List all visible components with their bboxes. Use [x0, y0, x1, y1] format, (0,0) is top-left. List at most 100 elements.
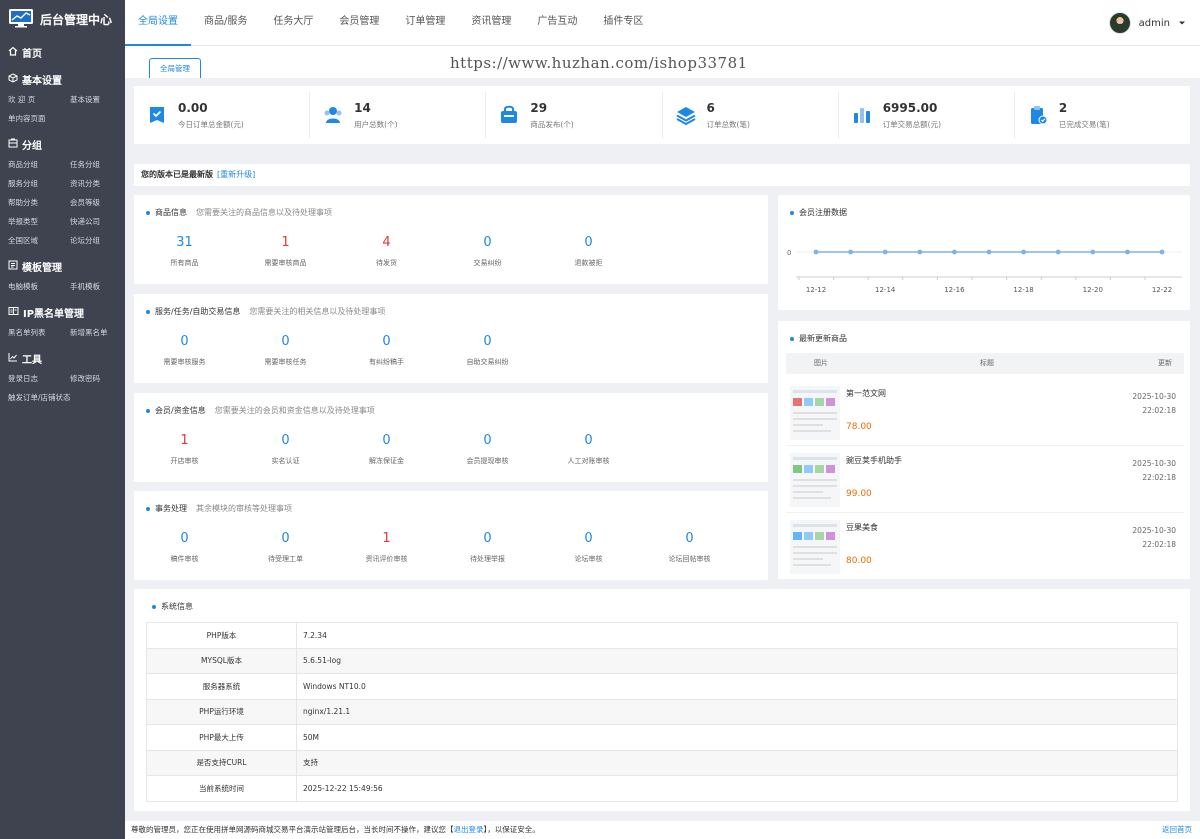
product-thumbnail[interactable]: [790, 453, 840, 507]
system-info-panel: 系统信息 PHP版本 7.2.34 MYSQL版本 5.6.51-log 服务器系统 Wi…: [134, 589, 1190, 811]
counter-label: 待发货: [376, 259, 397, 267]
sidebar-group-2[interactable]: 模板管理: [0, 256, 125, 277]
sidebar-group-0[interactable]: 基本设置: [0, 69, 125, 90]
sidebar-item[interactable]: 手机模板: [70, 277, 132, 296]
counter-label: 开店审核: [170, 457, 199, 465]
counter-item[interactable]: 0 需要审核任务: [235, 334, 336, 367]
product-row[interactable]: 豌豆荚手机助手 99.00 2025-10-30 22:02:18: [786, 447, 1184, 513]
section-counters: 0 需要审核服务 0 需要审核任务 0 有纠纷稿手 0 自助交易纠纷: [134, 334, 538, 367]
sidebar-item[interactable]: 单内容页面: [8, 109, 70, 128]
info-section-3: 事务处理 其余模块的审核等处理事项 0 稿件审核 0 待受理工单 1 资讯评价审核 0 待处理举报…: [134, 491, 768, 580]
counter-item[interactable]: 0 退款被拒: [538, 235, 639, 268]
nav-tab-7[interactable]: 插件专区: [590, 0, 656, 46]
sidebar-item-home[interactable]: 首页: [0, 42, 125, 63]
product-thumbnail[interactable]: [790, 386, 840, 440]
counter-item[interactable]: 1 资讯评价审核: [336, 531, 437, 564]
system-info-table: PHP版本 7.2.34 MYSQL版本 5.6.51-log 服务器系统 Windows…: [146, 622, 1178, 802]
sidebar-item[interactable]: 帮助分类: [8, 193, 70, 212]
sidebar-item[interactable]: 服务分组: [8, 174, 70, 193]
counter-label: 待受理工单: [268, 555, 303, 563]
version-text: 您的版本已是最新版: [141, 170, 213, 179]
product-title[interactable]: 第一范文网: [846, 388, 886, 399]
counter-item[interactable]: 0 解冻保证金: [336, 433, 437, 466]
logout-link[interactable]: 退出登录: [454, 825, 484, 834]
section-counters: 0 稿件审核 0 待受理工单 1 资讯评价审核 0 待处理举报 0 论坛审核 0 论坛回帖审核: [134, 531, 740, 564]
product-title[interactable]: 豌豆荚手机助手: [846, 455, 902, 466]
section-title: 商品信息: [155, 208, 187, 217]
counter-item[interactable]: 0 有纠纷稿手: [336, 334, 437, 367]
counter-item[interactable]: 0 实名认证: [235, 433, 336, 466]
product-title[interactable]: 豆果美食: [846, 522, 878, 533]
data-point: [848, 249, 853, 255]
counter-item[interactable]: 0 需要审核服务: [134, 334, 235, 367]
sidebar-item[interactable]: 登录日志: [8, 369, 70, 388]
cube-icon: [8, 73, 18, 86]
sidebar-item[interactable]: 触发订单/店铺状态: [8, 388, 132, 407]
sysinfo-key: MYSQL版本: [146, 647, 297, 674]
counter-item[interactable]: 1 开店审核: [134, 433, 235, 466]
counter-item[interactable]: 0 交易纠纷: [437, 235, 538, 268]
monitor-icon: [8, 8, 34, 31]
sysinfo-row: PHP版本 7.2.34: [146, 622, 1178, 649]
nav-tab-1[interactable]: 商品/服务: [191, 0, 260, 46]
sidebar-item[interactable]: 修改密码: [70, 369, 132, 388]
user-menu[interactable]: admin: [1108, 12, 1186, 34]
sidebar-item[interactable]: 举报类型: [8, 212, 70, 231]
sidebar-group-1[interactable]: 分组: [0, 134, 125, 155]
sidebar-item[interactable]: 全国区域: [8, 231, 70, 250]
sysinfo-row: MYSQL版本 5.6.51-log: [146, 647, 1178, 674]
nav-tab-4[interactable]: 订单管理: [392, 0, 458, 46]
counter-item[interactable]: 0 自助交易纠纷: [437, 334, 538, 367]
home-icon: [8, 46, 18, 59]
product-thumbnail[interactable]: [790, 520, 840, 574]
counter-item[interactable]: 1 需要审核商品: [235, 235, 336, 268]
counter-item[interactable]: 4 待发货: [336, 235, 437, 268]
sidebar-item[interactable]: 任务分组: [70, 155, 132, 174]
back-home-link[interactable]: 返回首页: [1162, 821, 1192, 839]
avatar[interactable]: [1108, 12, 1131, 34]
sysinfo-value: 7.2.34: [296, 622, 1178, 649]
counter-item[interactable]: 0 论坛审核: [538, 531, 639, 564]
counter-item[interactable]: 0 论坛回帖审核: [639, 531, 740, 564]
sidebar-group-3[interactable]: IP黑名单管理: [0, 302, 125, 323]
sidebar-item[interactable]: 快递公司: [70, 212, 132, 231]
sidebar-item[interactable]: 欢 迎 页: [8, 90, 70, 109]
counter-item[interactable]: 0 人工对账审核: [538, 433, 639, 466]
info-section-1: 服务/任务/自助交易信息 您需要关注的相关信息以及待处理事项 0 需要审核服务 0 需要审…: [134, 294, 768, 383]
sidebar-item[interactable]: 商品分组: [8, 155, 70, 174]
sidebar-submenu: 黑名单列表 新增黑名单: [0, 323, 125, 342]
stat-value: 29: [530, 100, 548, 115]
group-icon: [8, 138, 18, 151]
sidebar-item[interactable]: 资讯分类: [70, 174, 132, 193]
stat-label: 订单交易总额(元): [882, 119, 942, 129]
app-logo[interactable]: 后台管理中心: [0, 0, 125, 38]
sidebar-item[interactable]: 黑名单列表: [8, 323, 70, 342]
stat-card: 14 用户总数(个): [310, 92, 487, 138]
stat-label: 今日订单总金额(元): [178, 119, 244, 129]
stat-card: 0.00 今日订单总金额(元): [134, 92, 311, 138]
nav-tab-3[interactable]: 会员管理: [326, 0, 392, 46]
product-price: 80.00: [846, 556, 872, 566]
nav-tab-6[interactable]: 广告互动: [524, 0, 590, 46]
product-row[interactable]: 豆果美食 80.00 2025-10-30 22:02:18: [786, 514, 1184, 580]
counter-item[interactable]: 0 会员提现审核: [437, 433, 538, 466]
nav-tab-2[interactable]: 任务大厅: [260, 0, 326, 46]
counter-value: 1: [281, 235, 290, 250]
upgrade-link[interactable]: [重新升级]: [217, 170, 255, 179]
sidebar-item[interactable]: 会员等级: [70, 193, 132, 212]
sidebar-item[interactable]: 新增黑名单: [70, 323, 132, 342]
nav-tab-0[interactable]: 全局设置: [125, 0, 191, 46]
sidebar-item[interactable]: 基本设置: [70, 90, 132, 109]
counter-item[interactable]: 31 所有商品: [134, 235, 235, 268]
tab-global-manage[interactable]: 全局管理: [149, 58, 201, 78]
counter-item[interactable]: 0 待处理举报: [437, 531, 538, 564]
sidebar-item[interactable]: 论坛分组: [70, 231, 132, 250]
nav-tab-5[interactable]: 资讯管理: [458, 0, 524, 46]
updated-date: 2025-10-30: [1132, 459, 1176, 468]
section-desc: 其余模块的审核等处理事项: [196, 504, 292, 513]
counter-item[interactable]: 0 待受理工单: [235, 531, 336, 564]
product-row[interactable]: 第一范文网 78.00 2025-10-30 22:02:18: [786, 380, 1184, 446]
sidebar-item[interactable]: 电脑模板: [8, 277, 70, 296]
sidebar-group-4[interactable]: 工具: [0, 348, 125, 369]
counter-item[interactable]: 0 稿件审核: [134, 531, 235, 564]
